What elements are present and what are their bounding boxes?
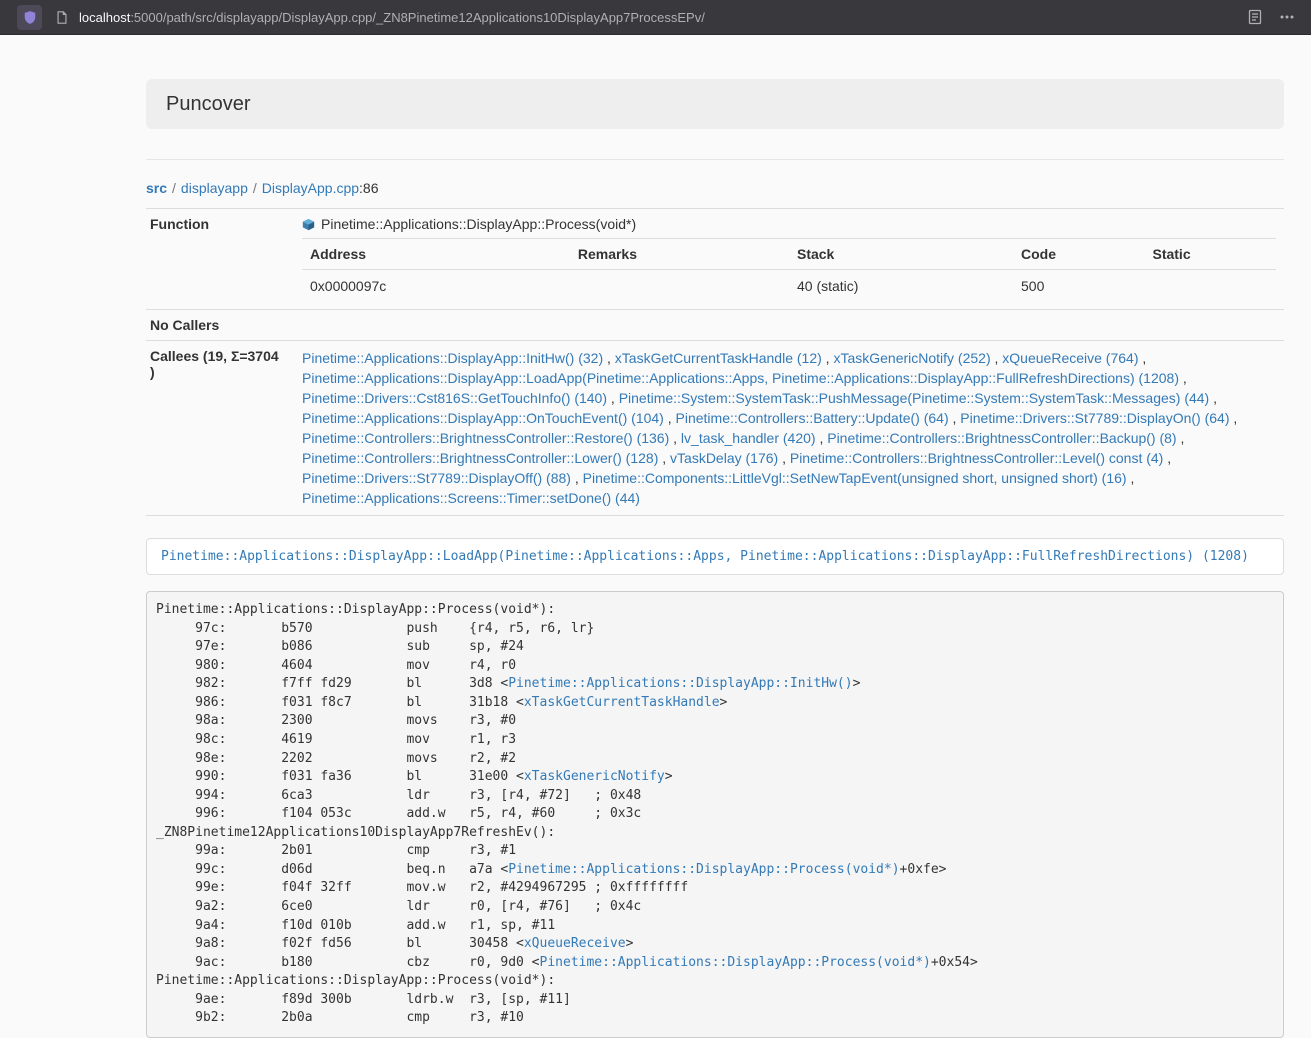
- breadcrumb-src-link[interactable]: src: [146, 180, 167, 196]
- callee-link[interactable]: Pinetime::Controllers::Battery::Update()…: [676, 410, 949, 426]
- callee-link[interactable]: Pinetime::Applications::Screens::Timer::…: [302, 490, 640, 506]
- disassembly-block: Pinetime::Applications::DisplayApp::Proc…: [146, 591, 1284, 1038]
- callee-link[interactable]: xQueueReceive (764): [1002, 350, 1138, 366]
- function-label: Function: [146, 209, 294, 310]
- callee-link[interactable]: Pinetime::Controllers::BrightnessControl…: [827, 430, 1176, 446]
- url-path: :5000/path/src/displayapp/DisplayApp.cpp…: [130, 10, 705, 25]
- page-container: Puncover src / displayapp / DisplayApp.cpp:8…: [146, 79, 1284, 1038]
- callee-link[interactable]: Pinetime::Drivers::Cst816S::GetTouchInfo…: [302, 390, 607, 406]
- callee-link[interactable]: lv_task_handler (420): [681, 430, 816, 446]
- no-callers-row: No Callers: [146, 310, 1284, 341]
- breadcrumb-dir-link[interactable]: displayapp: [181, 180, 248, 196]
- reader-view-icon[interactable]: [1247, 9, 1263, 25]
- col-remarks: Remarks: [570, 239, 789, 270]
- callees-row: Callees (19, Σ=3704 ) Pinetime::Applicat…: [146, 341, 1284, 516]
- tracking-protection-button[interactable]: [17, 5, 42, 30]
- url-host: localhost: [79, 10, 130, 25]
- col-static: Static: [1144, 239, 1276, 270]
- overflow-menu-icon[interactable]: [1279, 9, 1295, 25]
- callees-list: Pinetime::Applications::DisplayApp::Init…: [302, 348, 1276, 508]
- cell-stack: 40 (static): [789, 270, 1013, 303]
- function-details-table: Address Remarks Stack Code Static 0x0000…: [302, 238, 1276, 302]
- function-name: Pinetime::Applications::DisplayApp::Proc…: [321, 216, 636, 232]
- callee-link[interactable]: Pinetime::Applications::DisplayApp::Init…: [302, 350, 603, 366]
- breadcrumb-separator: /: [253, 180, 257, 196]
- symbol-panel-link[interactable]: Pinetime::Applications::DisplayApp::Load…: [161, 549, 1249, 564]
- divider: [146, 159, 1284, 160]
- function-table: Function Pinetime::Applications::Display…: [146, 208, 1284, 516]
- callee-link[interactable]: Pinetime::Controllers::BrightnessControl…: [302, 430, 669, 446]
- code-symbol-link[interactable]: xQueueReceive: [524, 936, 626, 951]
- function-icon: [302, 218, 315, 231]
- callee-link[interactable]: Pinetime::Drivers::St7789::DisplayOff() …: [302, 470, 571, 486]
- browser-topbar: localhost:5000/path/src/displayapp/Displ…: [0, 0, 1311, 35]
- cell-remarks: [570, 270, 789, 303]
- app-header: Puncover: [146, 79, 1284, 129]
- callee-link[interactable]: Pinetime::Controllers::BrightnessControl…: [302, 450, 658, 466]
- url-bar[interactable]: localhost:5000/path/src/displayapp/Displ…: [79, 10, 1247, 25]
- breadcrumb-line-number: :86: [359, 180, 378, 196]
- cell-address: 0x0000097c: [302, 270, 570, 303]
- callees-label: Callees (19, Σ=3704 ): [146, 341, 294, 516]
- col-code: Code: [1013, 239, 1144, 270]
- code-symbol-link[interactable]: Pinetime::Applications::DisplayApp::Proc…: [540, 955, 931, 970]
- callee-link[interactable]: Pinetime::System::SystemTask::PushMessag…: [619, 390, 1210, 406]
- page-title: Puncover: [166, 92, 1264, 116]
- callee-link[interactable]: Pinetime::Controllers::BrightnessControl…: [790, 450, 1163, 466]
- breadcrumb-separator: /: [172, 180, 176, 196]
- col-address: Address: [302, 239, 570, 270]
- callee-link[interactable]: Pinetime::Applications::DisplayApp::Load…: [302, 370, 1179, 386]
- callee-link[interactable]: Pinetime::Drivers::St7789::DisplayOn() (…: [960, 410, 1229, 426]
- code-symbol-link[interactable]: Pinetime::Applications::DisplayApp::Proc…: [508, 862, 899, 877]
- breadcrumb-file-link[interactable]: DisplayApp.cpp: [262, 180, 359, 196]
- page-icon: [55, 10, 69, 25]
- col-stack: Stack: [789, 239, 1013, 270]
- function-row: Function Pinetime::Applications::Display…: [146, 209, 1284, 310]
- details-value-row: 0x0000097c 40 (static) 500: [302, 270, 1276, 303]
- callee-link[interactable]: vTaskDelay (176): [670, 450, 778, 466]
- breadcrumb: src / displayapp / DisplayApp.cpp:86: [146, 180, 1284, 196]
- no-callers-label: No Callers: [146, 310, 294, 341]
- callee-link[interactable]: Pinetime::Applications::DisplayApp::OnTo…: [302, 410, 664, 426]
- symbol-panel: Pinetime::Applications::DisplayApp::Load…: [146, 538, 1284, 575]
- details-header-row: Address Remarks Stack Code Static: [302, 239, 1276, 270]
- code-symbol-link[interactable]: Pinetime::Applications::DisplayApp::Init…: [508, 676, 852, 691]
- cell-code: 500: [1013, 270, 1144, 303]
- code-symbol-link[interactable]: xTaskGetCurrentTaskHandle: [524, 695, 720, 710]
- code-symbol-link[interactable]: xTaskGenericNotify: [524, 769, 665, 784]
- cell-static: [1144, 270, 1276, 303]
- callee-link[interactable]: xTaskGetCurrentTaskHandle (12): [615, 350, 822, 366]
- shield-icon: [23, 10, 37, 25]
- callee-link[interactable]: xTaskGenericNotify (252): [833, 350, 990, 366]
- callee-link[interactable]: Pinetime::Components::LittleVgl::SetNewT…: [583, 470, 1127, 486]
